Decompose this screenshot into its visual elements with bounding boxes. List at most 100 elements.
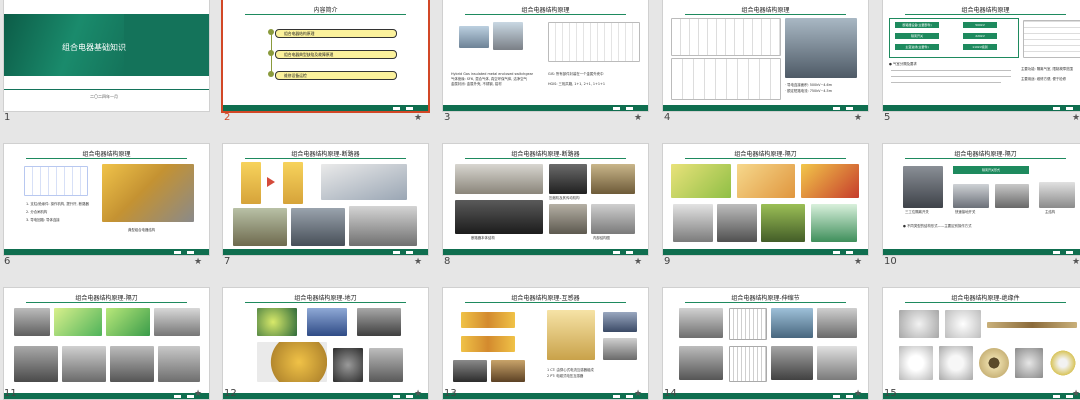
title-rule [685,302,846,303]
slide-number-7: 7 [224,256,231,267]
slide-thumbnail-7[interactable]: 组合电器结构原理-断路器 [223,144,428,255]
slide-title: 组合电器结构原理-绝缘件 [951,295,1020,302]
caption: 断路器本体结构 [471,236,495,240]
photo-insulator [939,346,973,380]
slide-thumbnail-1[interactable]: 组合电器基础知识 二〇二四年一月 [4,0,209,111]
cover-bottom-stripe [4,89,209,90]
text-line: ● 不同类型的结构形式——主要区别操作方式 [903,224,972,228]
diagram-bellows [729,346,767,382]
photo-component [717,204,757,242]
slide-footer [883,393,1080,399]
diagram-breaker [241,162,261,204]
photo-component [62,346,106,382]
slide-number-8: 8 [444,256,451,267]
slide-footer [883,249,1080,255]
agenda-bullet-icon [268,50,274,56]
diagram-disconnector [671,164,731,198]
photo-component [110,346,154,382]
caption: 典型组合电器结构 [128,228,156,232]
slide-thumbnail-15[interactable]: 组合电器结构原理-绝缘件 [883,288,1080,399]
slide-number-11: 11 [4,388,17,399]
photo-insulator [987,322,1077,328]
photo-substation [459,26,489,48]
star-icon: ★ [854,389,863,399]
diagram-insulator [1049,348,1077,378]
diagram-breaker [283,162,303,204]
diagram-earthing-switch [257,342,327,382]
slide-footer [663,249,868,255]
star-icon: ★ [414,257,423,267]
slide-thumbnail-10[interactable]: 组合电器结构原理-隔刀 隔离开关形式 三工位隔离开关 快速接地开关 主结构 ● … [883,144,1080,255]
caption: 内部结构图 [593,236,610,240]
text-line: 3. 导电回路: 导体连接 [26,218,60,222]
photo-component [357,308,401,336]
diagram-earthing-switch [257,308,297,336]
slide-thumbnail-8[interactable]: 组合电器结构原理-断路器 压缩机及其传动机构 断路器本体结构 内部结构图 [443,144,648,255]
title-rule [685,158,846,159]
star-icon: ★ [194,389,203,399]
photo-insulator [899,310,939,338]
diagram-transformer [461,312,515,328]
diagram-bellows [729,308,767,340]
photo-component [154,308,200,336]
text-line: 1 CT: 由穿心式电流互感器组成 [547,368,594,372]
photo-component [1039,182,1075,208]
photo-component [953,184,989,208]
agenda-item-2: 组合电器典型缺陷及故障原理 [275,50,397,59]
slide-number-15: 15 [884,388,897,399]
photo-work [233,208,287,246]
title-rule [245,158,406,159]
slide-thumbnail-6[interactable]: 组合电器结构原理 1. 支柱/绝缘件: 操作机构, 提升杆, 断路器 2. 分合… [4,144,209,255]
agenda-bullet-icon [268,71,274,77]
text-line: 气体绝缘: SF6, 混合气体, 真空环保气体, 洁净空气 [451,77,527,81]
star-icon: ★ [634,389,643,399]
diagram-gis-3d [102,164,194,222]
caption: 压缩机及其传动机构 [549,196,580,200]
slide-thumbnail-14[interactable]: 组合电器结构原理-伸缩节 [663,288,868,399]
title-rule [905,158,1066,159]
diagram-pt [547,310,595,360]
slide-title: 组合电器结构原理-隔刀 [734,151,797,158]
slide-thumbnail-9[interactable]: 组合电器结构原理-隔刀 [663,144,868,255]
slide-thumbnail-11[interactable]: 组合电器结构原理-隔刀 [4,288,209,399]
flow-box: 500kV [963,22,997,28]
star-icon: ★ [854,257,863,267]
slide-footer [663,105,868,111]
diagram-disconnector [54,308,102,336]
text-line: Hybrid Gas insulated metal enclosed swit… [451,72,534,76]
photo-component [14,346,58,382]
photo-component [549,164,587,194]
slide-footer [4,393,209,399]
slide-thumbnail-2[interactable]: 内容简介 组合电器结构原理 组合电器典型缺陷及故障原理 维修设备运检 [223,0,428,111]
diagram-layout [671,18,781,56]
caption: 快速接地开关 [955,210,976,214]
slide-thumbnail-3[interactable]: 组合电器结构原理 Hybrid Gas insulated metal encl… [443,0,648,111]
text-line: ● 气室分隔及要求 [889,62,917,66]
title-rule [26,302,187,303]
cover-date: 二〇二四年一月 [90,94,118,99]
photo-component [549,204,587,234]
diagram-breaker [1023,20,1080,58]
slide-thumbnail-13[interactable]: 组合电器结构原理-互感器 1 CT: 由穿心式电流互感器组成 2 PT: 电磁式… [443,288,648,399]
title-rule [905,14,1066,15]
star-icon: ★ [634,113,643,123]
text-line: · 额定短路电流: 750kV~4.5m [785,89,833,93]
slide-thumbnail-12[interactable]: 组合电器结构原理-地刀 [223,288,428,399]
agenda-item-1: 组合电器结构原理 [275,29,397,38]
slide-thumbnail-4[interactable]: 组合电器结构原理 · 导电连接面积: 500kV~4.6m · 额定短路电流: … [663,0,868,111]
diagram-schematic [24,166,88,196]
photo-component [771,346,813,380]
title-rule [245,302,406,303]
photo-component [455,200,543,234]
slide-footer [443,249,648,255]
title-rule [465,158,626,159]
slide-footer [4,249,209,255]
slide-thumbnail-5[interactable]: 组合电器结构原理 断路器设备(主要部件) 隔离开关 主变进线(主要件) 500k… [883,0,1080,111]
diagram-disconnector [106,308,150,336]
slide-footer [443,105,648,111]
photo-insulator [945,310,981,338]
slide-title: 内容简介 [313,7,338,14]
star-icon: ★ [194,257,203,267]
photo-component [369,348,403,382]
photo-insulator [899,346,933,380]
